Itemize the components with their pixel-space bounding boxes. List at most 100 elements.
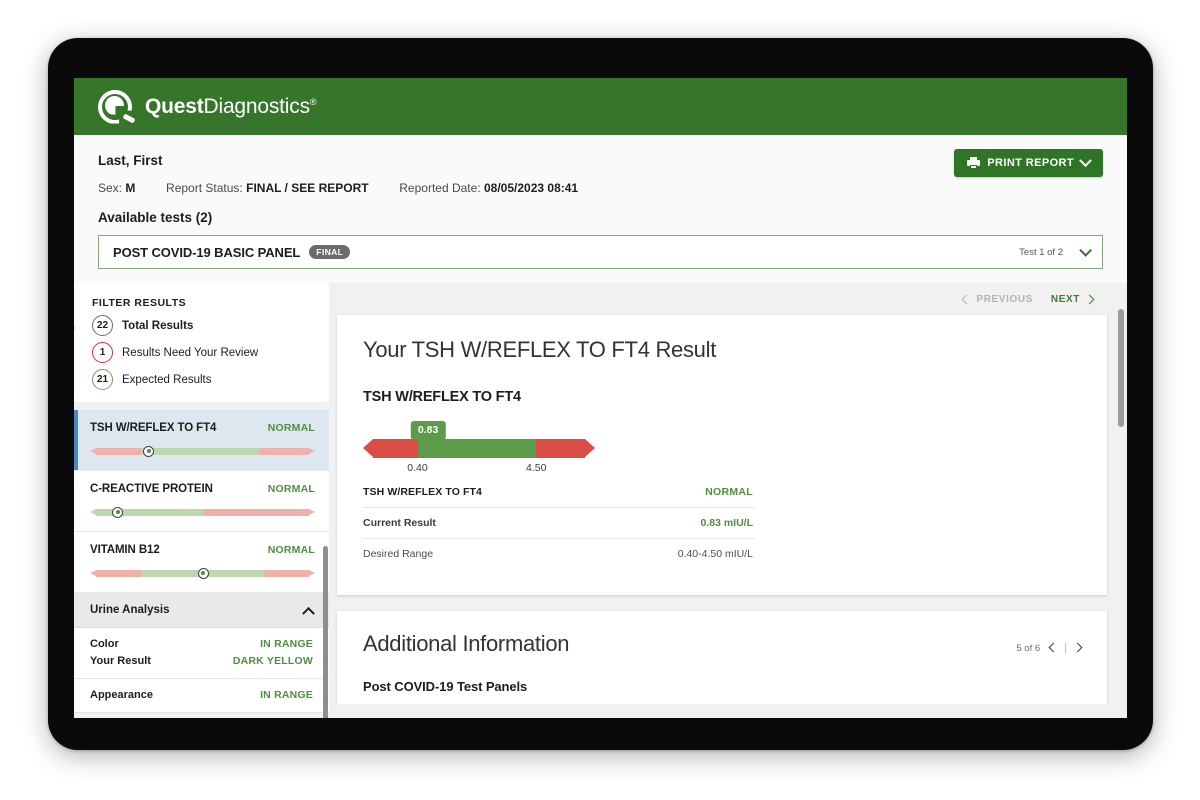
result-detail-table: TSH W/REFLEX TO FT4 NORMAL Current Resul… [363,477,755,569]
divider: | [1064,641,1067,654]
sidebar-scrollbar[interactable] [323,546,328,718]
trademark-symbol: ® [309,96,317,107]
next-label: NEXT [1050,293,1080,305]
filter-results-panel: FILTER RESULTS 22 Total Results 1 Result… [74,283,329,402]
analyte-name: Appearance [90,689,153,701]
result-subtitle: TSH W/REFLEX TO FT4 [363,389,521,405]
available-tests-heading: Available tests (2) [98,210,213,225]
tablet-device-frame: QuestDiagnostics® PRINT REPORT Last, Fir… [48,38,1153,750]
row-label: TSH W/REFLEX TO FT4 [363,486,482,498]
analyte-status: IN RANGE [260,638,313,650]
group-title: Urine Analysis [90,604,170,616]
report-status-label: Report Status: [166,181,243,195]
reported-date-value: 08/05/2023 08:41 [484,181,579,195]
test-name: TSH W/REFLEX TO FT4 [90,422,217,434]
filter-expected-results[interactable]: 21 Expected Results [74,363,329,390]
table-row: Desired Range 0.40-4.50 mIU/L [363,539,755,569]
filter-count-badge: 22 [92,315,113,336]
test-status: NORMAL [267,422,315,434]
print-report-label: PRINT REPORT [987,157,1074,169]
sex-label: Sex: [98,181,123,195]
gauge-high-arrow-icon [585,439,595,457]
chevron-down-icon[interactable] [1079,243,1092,257]
results-sidebar: FILTER RESULTS 22 Total Results 1 Result… [74,283,329,718]
previous-label: PREVIOUS [976,293,1033,305]
patient-header: PRINT REPORT Last, First Sex: M Report S… [74,135,1127,225]
main-scrollbar[interactable] [1118,309,1124,427]
list-item[interactable]: VITAMIN B12 NORMAL [74,532,329,593]
brand-name-bold: Quest [145,94,204,118]
chevron-left-icon [961,294,972,304]
brand-wordmark: QuestDiagnostics® [145,94,317,119]
section-title: Additional Information [363,631,570,656]
reported-date-label: Reported Date: [399,181,481,195]
quest-q-logo-icon [98,89,136,124]
list-item[interactable]: C-REACTIVE PROTEIN NORMAL [74,471,329,532]
list-item[interactable]: Color IN RANGE Your Result DARK YELLOW [74,628,329,679]
filter-label: Total Results [122,319,194,332]
your-result-label: Your Result [90,655,151,667]
patient-name: Last, First [98,153,163,168]
filter-count-badge: 1 [92,342,113,363]
reference-range-gauge: 0.83 0.40 4.50 [363,421,595,474]
test-result-list: TSH W/REFLEX TO FT4 NORMAL C-REACTIVE PR… [74,410,329,718]
row-value: NORMAL [705,486,753,498]
analyte-status: IN RANGE [260,689,313,701]
row-value: 0.83 mIU/L [700,517,753,529]
result-marker-icon [197,567,209,579]
main-content: PREVIOUS NEXT Your TSH W/REFLEX TO FT4 R… [329,283,1127,704]
filter-count-badge: 21 [92,369,113,390]
test-status: NORMAL [267,483,315,495]
info-next-button[interactable] [1072,642,1083,653]
previous-result-button[interactable]: PREVIOUS [961,293,1033,305]
your-result-value: DARK YELLOW [232,655,313,667]
report-status-value: FINAL / SEE REPORT [246,181,369,195]
table-row: Current Result 0.83 mIU/L [363,508,755,539]
mini-range-gauge [90,445,315,457]
brand-name-light: Diagnostics [203,94,311,118]
test-counter: Test 1 of 2 [1019,246,1063,258]
patient-meta: Sex: M Report Status: FINAL / SEE REPORT… [98,181,1103,195]
filter-results-title: FILTER RESULTS [92,297,187,309]
mini-range-gauge [90,506,315,518]
test-name: VITAMIN B12 [90,544,160,556]
mini-range-gauge [90,567,315,579]
print-report-button[interactable]: PRINT REPORT [954,149,1103,177]
page-title: Your TSH W/REFLEX TO FT4 Result [363,337,717,362]
brand-header: QuestDiagnostics® [74,78,1127,135]
result-marker-icon [143,445,155,457]
group-header-urine-analysis[interactable]: Urine Analysis [74,593,329,628]
chevron-down-icon [1079,153,1092,167]
additional-information-card: Additional Information 5 of 6 | Post COV… [337,611,1107,704]
test-name: C-REACTIVE PROTEIN [90,483,213,495]
filter-label: Results Need Your Review [122,346,259,359]
selected-test-name: POST COVID-19 BASIC PANEL [113,244,301,260]
browser-screen: QuestDiagnostics® PRINT REPORT Last, Fir… [74,78,1127,718]
printer-icon [967,157,981,169]
row-value: 0.40-4.50 mIU/L [677,548,753,560]
info-subtitle: Post COVID-19 Test Panels [363,679,528,694]
result-pagination: PREVIOUS NEXT [337,283,1107,315]
chevron-up-icon[interactable] [302,606,315,620]
filter-total-results[interactable]: 22 Total Results [74,309,329,338]
test-selector-dropdown[interactable]: POST COVID-19 BASIC PANEL FINAL Test 1 o… [98,235,1103,269]
gauge-low-arrow-icon [363,439,373,457]
gauge-value-bubble: 0.83 [410,421,446,440]
gauge-low-tick-label: 0.40 [407,462,428,474]
result-detail-card: Your TSH W/REFLEX TO FT4 Result TSH W/RE… [337,315,1107,595]
result-marker-icon [112,506,123,518]
info-counter: 5 of 6 [1016,643,1041,654]
test-status: NORMAL [267,544,315,556]
table-row: TSH W/REFLEX TO FT4 NORMAL [363,477,755,508]
filter-label: Expected Results [122,373,212,386]
list-item[interactable]: TSH W/REFLEX TO FT4 NORMAL [74,410,329,471]
content-body: FILTER RESULTS 22 Total Results 1 Result… [74,283,1127,718]
selection-accent-bar [74,410,78,470]
next-result-button[interactable]: NEXT [1050,293,1095,305]
filter-needs-review[interactable]: 1 Results Need Your Review [74,336,329,363]
patient-header-region: PRINT REPORT Last, First Sex: M Report S… [74,135,1127,283]
info-previous-button[interactable] [1048,642,1059,653]
status-badge: FINAL [309,245,351,259]
chevron-right-icon [1084,294,1095,304]
list-item[interactable]: Appearance IN RANGE [74,679,329,713]
